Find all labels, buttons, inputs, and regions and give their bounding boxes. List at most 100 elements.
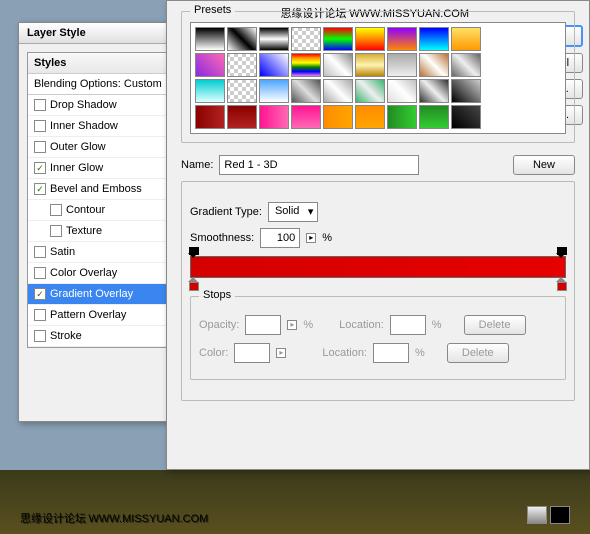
opacity-stop-right[interactable] (557, 247, 567, 257)
preset-swatch[interactable] (419, 79, 449, 103)
window-title: Layer Style (19, 23, 177, 44)
style-item-label: Drop Shadow (50, 99, 117, 111)
checkbox[interactable] (34, 309, 46, 321)
delete-color-stop-button: Delete (447, 343, 509, 363)
background-image: 思缘设计论坛 WWW.MISSYUAN.COM (0, 470, 590, 534)
preset-swatch[interactable] (387, 53, 417, 77)
preset-swatch[interactable] (419, 27, 449, 51)
stops-group: Stops Opacity: ▸ % Location: % Delete Co… (190, 296, 566, 380)
preset-swatch[interactable] (227, 53, 257, 77)
color-stop-left[interactable] (189, 278, 199, 288)
preset-swatch[interactable] (259, 105, 289, 129)
style-item-label: Contour (66, 204, 105, 216)
preset-swatch[interactable] (355, 79, 385, 103)
style-item-label: Inner Glow (50, 162, 103, 174)
preset-swatch[interactable] (259, 79, 289, 103)
name-row: Name: New (181, 155, 575, 175)
preset-swatch[interactable] (355, 105, 385, 129)
preset-swatch[interactable] (227, 79, 257, 103)
mini-swatch (527, 506, 547, 524)
preset-swatch[interactable] (323, 53, 353, 77)
preset-swatch[interactable] (323, 79, 353, 103)
style-item-inner-shadow[interactable]: Inner Shadow (28, 116, 168, 137)
preset-swatch[interactable] (195, 53, 225, 77)
style-item-contour[interactable]: Contour (28, 200, 168, 221)
name-label: Name: (181, 159, 213, 171)
location-input (390, 315, 426, 335)
checkbox[interactable] (34, 162, 46, 174)
preset-swatch[interactable] (291, 105, 321, 129)
new-button[interactable]: New (513, 155, 575, 175)
preset-swatch[interactable] (419, 53, 449, 77)
percent-label: % (322, 232, 332, 244)
opacity-input (245, 315, 281, 335)
preset-swatch[interactable] (323, 27, 353, 51)
style-item-label: Texture (66, 225, 102, 237)
style-item-bevel-and-emboss[interactable]: Bevel and Emboss (28, 179, 168, 200)
preset-swatch[interactable] (387, 27, 417, 51)
preset-swatch[interactable] (451, 79, 481, 103)
smoothness-flyout-icon[interactable]: ▸ (306, 233, 316, 243)
preset-swatch[interactable] (195, 105, 225, 129)
preset-swatch[interactable] (291, 79, 321, 103)
preset-swatch[interactable] (195, 79, 225, 103)
preset-swatch[interactable] (355, 53, 385, 77)
preset-swatch[interactable] (195, 27, 225, 51)
preset-swatch[interactable] (227, 105, 257, 129)
preset-swatch[interactable] (387, 105, 417, 129)
checkbox[interactable] (34, 141, 46, 153)
checkbox[interactable] (34, 183, 46, 195)
style-item-gradient-overlay[interactable]: Gradient Overlay (28, 284, 168, 305)
preset-swatch[interactable] (291, 27, 321, 51)
checkbox[interactable] (50, 225, 62, 237)
gradient-edit-group: Gradient Type: Solid Smoothness: ▸ % Sto… (181, 181, 575, 401)
style-item-texture[interactable]: Texture (28, 221, 168, 242)
preset-swatch[interactable] (451, 53, 481, 77)
checkbox[interactable] (34, 267, 46, 279)
style-item-color-overlay[interactable]: Color Overlay (28, 263, 168, 284)
style-item-stroke[interactable]: Stroke (28, 326, 168, 347)
opacity-flyout-icon: ▸ (287, 320, 297, 330)
checkbox[interactable] (34, 246, 46, 258)
name-input[interactable] (219, 155, 419, 175)
style-item-inner-glow[interactable]: Inner Glow (28, 158, 168, 179)
blending-options-row[interactable]: Blending Options: Custom (28, 74, 168, 95)
preset-swatch[interactable] (323, 105, 353, 129)
style-item-label: Inner Shadow (50, 120, 118, 132)
gradient-bar[interactable] (190, 256, 566, 278)
layer-style-window: Layer Style Styles Blending Options: Cus… (18, 22, 178, 422)
styles-header[interactable]: Styles (28, 53, 168, 74)
smoothness-input[interactable] (260, 228, 300, 248)
checkbox[interactable] (34, 99, 46, 111)
preset-swatch[interactable] (451, 27, 481, 51)
style-item-label: Color Overlay (50, 267, 117, 279)
opacity-stop-left[interactable] (189, 247, 199, 257)
checkbox[interactable] (34, 288, 46, 300)
preset-swatch[interactable] (451, 105, 481, 129)
preset-swatch[interactable] (355, 27, 385, 51)
style-item-label: Bevel and Emboss (50, 183, 142, 195)
style-item-label: Pattern Overlay (50, 309, 126, 321)
preset-swatch[interactable] (419, 105, 449, 129)
gradient-type-label: Gradient Type: (190, 206, 262, 218)
presets-group: Presets (181, 11, 575, 143)
style-item-label: Gradient Overlay (50, 288, 133, 300)
location-label-2: Location: (322, 347, 367, 359)
preset-swatch[interactable] (227, 27, 257, 51)
style-item-pattern-overlay[interactable]: Pattern Overlay (28, 305, 168, 326)
preset-swatch[interactable] (259, 27, 289, 51)
gradient-type-select[interactable]: Solid (268, 202, 318, 222)
style-item-satin[interactable]: Satin (28, 242, 168, 263)
opacity-label: Opacity: (199, 319, 239, 331)
preset-swatch[interactable] (291, 53, 321, 77)
checkbox[interactable] (34, 330, 46, 342)
color-stop-right[interactable] (557, 278, 567, 288)
style-item-outer-glow[interactable]: Outer Glow (28, 137, 168, 158)
color-label: Color: (199, 347, 228, 359)
style-item-drop-shadow[interactable]: Drop Shadow (28, 95, 168, 116)
checkbox[interactable] (34, 120, 46, 132)
checkbox[interactable] (50, 204, 62, 216)
watermark-bottom: 思缘设计论坛 WWW.MISSYUAN.COM (20, 510, 208, 526)
preset-swatch[interactable] (387, 79, 417, 103)
preset-swatch[interactable] (259, 53, 289, 77)
